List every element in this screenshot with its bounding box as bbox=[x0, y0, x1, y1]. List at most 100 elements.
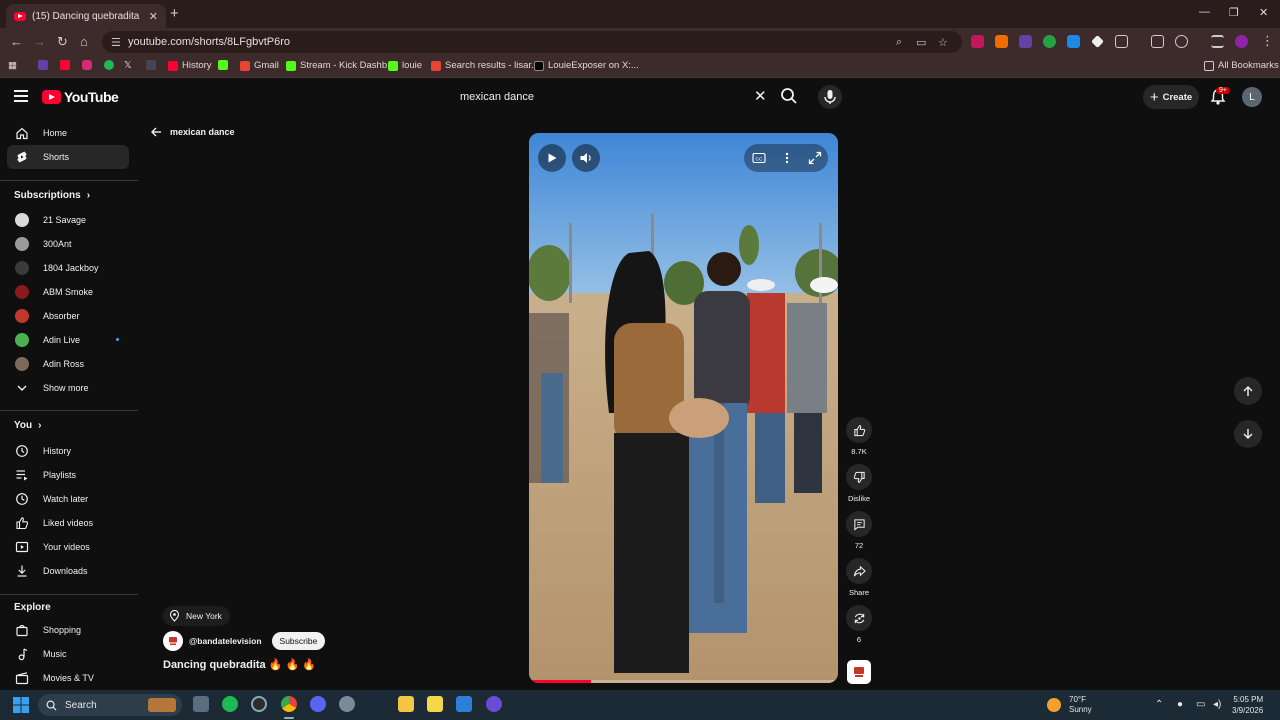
subscribe-button[interactable]: Subscribe bbox=[271, 632, 326, 650]
bookmark-history[interactable]: History bbox=[168, 60, 212, 71]
microphone-tray-icon[interactable]: ● bbox=[1177, 699, 1183, 710]
sidebar-item-movies-tv[interactable]: Movies & TV bbox=[7, 666, 129, 690]
search-input[interactable] bbox=[460, 91, 740, 103]
dislike-button[interactable] bbox=[846, 464, 872, 490]
settings-gear-icon[interactable] bbox=[339, 696, 355, 712]
home-icon[interactable]: ⌂ bbox=[80, 34, 88, 49]
remix-action[interactable]: 6 bbox=[845, 605, 873, 644]
zoom-icon[interactable]: ⌕ bbox=[896, 36, 902, 49]
new-tab-button[interactable]: + bbox=[170, 5, 179, 22]
network-icon[interactable]: ▭ bbox=[1196, 699, 1205, 710]
file-explorer-icon[interactable] bbox=[398, 696, 414, 712]
windows-start-icon[interactable] bbox=[13, 697, 29, 713]
taskbar-clock[interactable]: 5:05 PM 3/9/2026 bbox=[1232, 694, 1263, 716]
extension-icon[interactable] bbox=[971, 35, 984, 48]
sound-channel-thumbnail[interactable] bbox=[847, 660, 871, 684]
kick-bookmark-icon[interactable] bbox=[218, 60, 228, 70]
share-action[interactable]: Share bbox=[845, 558, 873, 597]
browser-menu-icon[interactable]: ⋮ bbox=[1261, 33, 1274, 49]
extension-icon[interactable] bbox=[995, 35, 1008, 48]
channel-avatar[interactable] bbox=[163, 631, 183, 651]
next-short-button[interactable] bbox=[1234, 420, 1262, 448]
steam-icon[interactable] bbox=[368, 696, 384, 712]
restore-button[interactable]: ❐ bbox=[1229, 6, 1239, 19]
sidebar-subscription[interactable]: ABM Smoke bbox=[7, 280, 129, 304]
back-arrow-icon[interactable]: ← bbox=[10, 34, 23, 49]
apps-grid-icon[interactable]: ▦ bbox=[8, 60, 17, 71]
weather-widget[interactable]: 70°F Sunny bbox=[1047, 695, 1092, 715]
tab-close-icon[interactable]: ✕ bbox=[149, 10, 158, 23]
like-button[interactable] bbox=[846, 417, 872, 443]
all-bookmarks[interactable]: All Bookmarks bbox=[1204, 60, 1279, 71]
dislike-action[interactable]: Dislike bbox=[845, 464, 873, 503]
cast-icon[interactable]: ▭ bbox=[916, 36, 926, 49]
profile-avatar-icon[interactable] bbox=[1235, 35, 1248, 48]
account-avatar[interactable]: L bbox=[1242, 87, 1262, 107]
comments-action[interactable]: 72 bbox=[845, 511, 873, 550]
previous-short-button[interactable] bbox=[1234, 377, 1262, 405]
video-progress-bar[interactable] bbox=[529, 680, 838, 683]
forward-arrow-icon[interactable]: → bbox=[33, 34, 46, 49]
extension-icon[interactable] bbox=[1067, 35, 1080, 48]
sidebar-subscription[interactable]: Absorber bbox=[7, 304, 129, 328]
sidebar-item-history[interactable]: History bbox=[7, 439, 129, 463]
sidebar-item-music[interactable]: Music bbox=[7, 642, 129, 666]
sidebar-item-home[interactable]: Home bbox=[7, 121, 129, 145]
bookmark-icon[interactable] bbox=[38, 60, 48, 70]
clear-search-icon[interactable]: ✕ bbox=[754, 87, 767, 105]
sidebar-item-shorts[interactable]: Shorts bbox=[7, 145, 129, 169]
search-icon[interactable] bbox=[780, 87, 798, 105]
chrome-icon[interactable] bbox=[281, 696, 297, 712]
channel-name-link[interactable]: @bandatelevision bbox=[189, 636, 262, 646]
bookmark-gmail[interactable]: Gmail bbox=[240, 60, 279, 71]
tray-overflow-chevron-icon[interactable]: ⌃ bbox=[1155, 699, 1163, 710]
search-box[interactable] bbox=[450, 86, 776, 108]
bookmark-icon[interactable] bbox=[82, 60, 92, 70]
minimize-button[interactable]: — bbox=[1199, 6, 1210, 18]
show-more-button[interactable]: Show more bbox=[7, 376, 129, 400]
sidebar-item-your-videos[interactable]: Your videos bbox=[7, 535, 129, 559]
browser-tab[interactable]: (15) Dancing quebradita 🔥 🔊 ✕ bbox=[6, 4, 166, 28]
twitch-extension-icon[interactable] bbox=[1019, 35, 1032, 48]
bookmark-icon[interactable] bbox=[60, 60, 70, 70]
voice-search-button[interactable] bbox=[818, 85, 842, 109]
fullscreen-icon[interactable] bbox=[808, 151, 822, 165]
back-to-search-link[interactable]: mexican dance bbox=[150, 126, 235, 138]
app-icon[interactable] bbox=[251, 696, 267, 712]
taskbar-search[interactable]: Search bbox=[38, 694, 182, 716]
bookmark-louie[interactable]: louie bbox=[388, 60, 422, 71]
comments-button[interactable] bbox=[846, 511, 872, 537]
bookmark-louieexposer[interactable]: LouieExposer on X:... bbox=[534, 60, 639, 71]
site-info-icon[interactable]: ☰ bbox=[111, 36, 121, 49]
sticky-notes-icon[interactable] bbox=[427, 696, 443, 712]
extension-icon[interactable] bbox=[1175, 35, 1188, 48]
youtube-logo[interactable]: YouTube bbox=[42, 89, 119, 105]
bookmark-star-icon[interactable]: ☆ bbox=[938, 36, 948, 49]
app-icon[interactable] bbox=[486, 696, 502, 712]
extension-icon[interactable] bbox=[1091, 35, 1104, 48]
volume-button[interactable] bbox=[572, 144, 600, 172]
sidebar-item-watch-later[interactable]: Watch later bbox=[7, 487, 129, 511]
bookmark-icon[interactable] bbox=[146, 60, 156, 70]
remix-button[interactable] bbox=[846, 605, 872, 631]
sidebar-item-shopping[interactable]: Shopping bbox=[7, 618, 129, 642]
close-window-button[interactable]: ✕ bbox=[1259, 6, 1268, 19]
create-button[interactable]: + Create bbox=[1143, 85, 1199, 109]
bookmark-icon[interactable] bbox=[104, 60, 114, 70]
subscriptions-heading[interactable]: Subscriptions › bbox=[14, 190, 90, 201]
sidebar-subscription[interactable]: 300Ant bbox=[7, 232, 129, 256]
tab-search-icon[interactable] bbox=[1211, 35, 1224, 48]
sidebar-item-playlists[interactable]: Playlists bbox=[7, 463, 129, 487]
share-button[interactable] bbox=[846, 558, 872, 584]
location-chip[interactable]: New York bbox=[163, 606, 230, 626]
sidebar-item-liked-videos[interactable]: Liked videos bbox=[7, 511, 129, 535]
sidepanel-icon[interactable] bbox=[1151, 35, 1164, 48]
extensions-puzzle-icon[interactable] bbox=[1115, 35, 1128, 48]
app-icon[interactable] bbox=[456, 696, 472, 712]
sidebar-subscription[interactable]: 21 Savage bbox=[7, 208, 129, 232]
omnibox[interactable]: ☰ youtube.com/shorts/8LFgbvtP6ro ⌕ ▭ ☆ bbox=[102, 31, 962, 53]
speaker-icon[interactable]: ◂) bbox=[1213, 699, 1221, 710]
extension-icon[interactable] bbox=[1043, 35, 1056, 48]
sidebar-subscription[interactable]: 1804 Jackboy bbox=[7, 256, 129, 280]
spotify-icon[interactable] bbox=[222, 696, 238, 712]
